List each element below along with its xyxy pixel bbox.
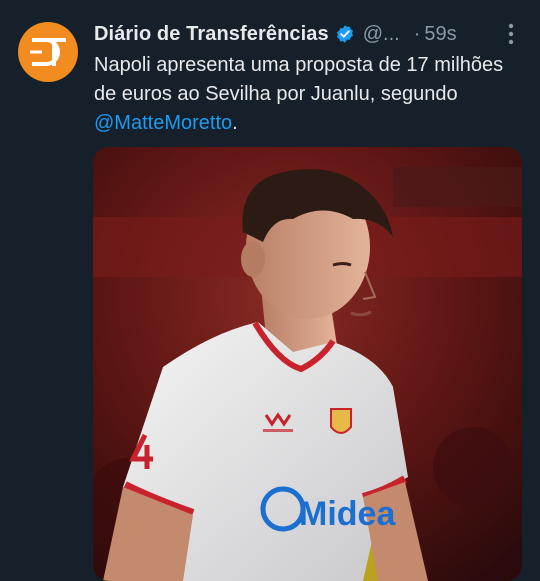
tweet-text-body: Napoli apresenta uma proposta de 17 milh… xyxy=(94,54,504,105)
jersey-sponsor: Midea xyxy=(299,495,396,533)
author-handle[interactable]: @... xyxy=(363,23,400,46)
tweet-header: Diário de Transferências @... · 59s xyxy=(94,20,522,48)
tweet-photo[interactable]: Midea xyxy=(93,147,522,581)
tweet-text: Napoli apresenta uma proposta de 17 milh… xyxy=(94,51,524,138)
separator-dot: · xyxy=(413,22,421,45)
tweet-text-end: . xyxy=(232,112,238,134)
dt-logo-icon xyxy=(30,38,66,66)
author-avatar[interactable] xyxy=(18,22,78,82)
more-options-icon[interactable] xyxy=(500,20,522,48)
player-photo: Midea xyxy=(93,147,522,581)
mention-link[interactable]: @MatteMoretto xyxy=(94,112,232,134)
verified-badge-icon xyxy=(335,24,355,44)
author-name[interactable]: Diário de Transferências xyxy=(94,23,329,46)
timestamp[interactable]: 59s xyxy=(424,23,456,46)
